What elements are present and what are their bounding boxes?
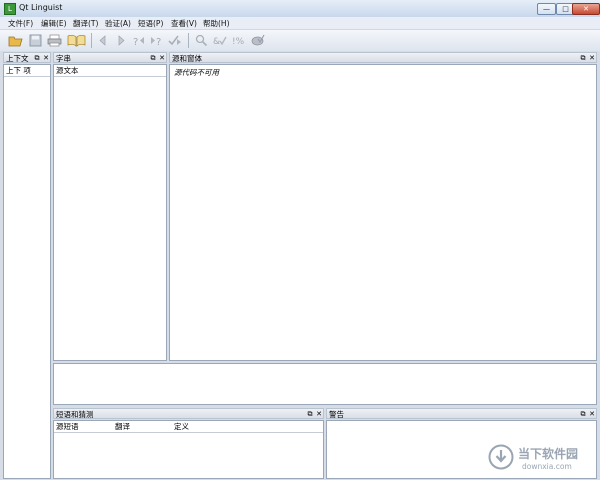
svg-text:?: ? (133, 37, 138, 48)
close-icon[interactable]: ✕ (588, 53, 596, 64)
strings-list[interactable]: 源文本 (53, 64, 167, 361)
prev-icon[interactable] (96, 33, 111, 48)
window-title: Qt Linguist (19, 3, 63, 12)
main-area: 上下文 ⧉ ✕ 上下 项 字串 ⧉ ✕ 源文本 源和窗体 ⧉ ✕ 源代码不可用 … (0, 51, 600, 480)
next-icon[interactable] (113, 33, 128, 48)
context-list[interactable]: 上下 项 (3, 64, 51, 479)
menu-view[interactable]: 查看(V) (171, 18, 197, 29)
translation-column[interactable]: 翻译 (115, 421, 130, 432)
menu-edit[interactable]: 编辑(E) (41, 18, 67, 29)
next-unfinished-icon[interactable]: ? (149, 33, 164, 48)
toolbar-separator (188, 33, 189, 48)
warnings-dock-title[interactable]: 警告 ⧉ ✕ (326, 408, 597, 419)
app-icon: L (4, 3, 16, 15)
toolbar-separator (91, 33, 92, 48)
sources-dock-label: 源和窗体 (172, 54, 202, 63)
float-icon[interactable]: ⧉ (579, 409, 587, 420)
float-icon[interactable]: ⧉ (306, 409, 314, 420)
source-text-column: 源文本 (56, 66, 79, 75)
close-icon[interactable]: ✕ (158, 53, 166, 64)
close-icon[interactable]: ✕ (588, 409, 596, 420)
minimize-button[interactable]: — (537, 3, 556, 15)
menu-phrases[interactable]: 短语(P) (138, 18, 163, 29)
toolbar: ? ? & !% (0, 30, 600, 52)
phrases-dock-label: 短语和猜测 (56, 410, 94, 419)
menu-help[interactable]: 帮助(H) (203, 18, 230, 29)
svg-text:&: & (213, 37, 220, 47)
phrases-dock-title[interactable]: 短语和猜测 ⧉ ✕ (53, 408, 324, 419)
menubar: 文件(F) 编辑(E) 翻译(T) 验证(A) 短语(P) 查看(V) 帮助(H… (0, 17, 600, 30)
strings-dock-title[interactable]: 字串 ⧉ ✕ (53, 52, 167, 63)
source-phrase-column[interactable]: 源短语 (56, 421, 79, 432)
phrase-check-icon[interactable] (250, 33, 265, 48)
float-icon[interactable]: ⧉ (579, 53, 587, 64)
watermark-url: downxia.com (522, 462, 572, 471)
punctuation-check-icon[interactable]: !% (231, 33, 246, 48)
float-icon[interactable]: ⧉ (149, 53, 157, 64)
watermark: 当下软件园 downxia.com (488, 442, 598, 478)
accelerator-check-icon[interactable]: & (212, 33, 227, 48)
open-icon[interactable] (8, 33, 23, 48)
menu-validation[interactable]: 验证(A) (105, 18, 131, 29)
context-dock-title[interactable]: 上下文 ⧉ ✕ (3, 52, 51, 63)
save-icon[interactable] (28, 33, 43, 48)
download-logo-icon (488, 444, 514, 470)
source-unavailable-message: 源代码不可用 (174, 68, 219, 77)
watermark-brand: 当下软件园 (518, 447, 579, 461)
sources-view: 源代码不可用 (169, 64, 597, 361)
phrases-header[interactable]: 源短语 翻译 定义 (54, 421, 323, 433)
close-window-button[interactable]: ✕ (572, 3, 600, 15)
prev-unfinished-icon[interactable]: ? (131, 33, 146, 48)
print-icon[interactable] (47, 33, 62, 48)
warnings-dock-label: 警告 (329, 410, 344, 419)
close-icon[interactable]: ✕ (42, 53, 50, 64)
done-next-icon[interactable] (167, 33, 182, 48)
context-header-label: 上下 项 (6, 66, 31, 75)
context-header[interactable]: 上下 项 (4, 65, 50, 77)
strings-dock-label: 字串 (56, 54, 71, 63)
context-dock-label: 上下文 (6, 54, 29, 63)
definition-column[interactable]: 定义 (174, 421, 189, 432)
menu-translation[interactable]: 翻译(T) (73, 18, 98, 29)
phrasebook-icon[interactable] (67, 33, 86, 48)
sources-dock-title[interactable]: 源和窗体 ⧉ ✕ (169, 52, 597, 63)
float-icon[interactable]: ⧉ (33, 53, 41, 64)
close-icon[interactable]: ✕ (315, 409, 323, 420)
strings-header[interactable]: 源文本 (54, 65, 166, 77)
phrases-list[interactable]: 源短语 翻译 定义 (53, 420, 324, 479)
window-titlebar[interactable]: L Qt Linguist — □ ✕ (0, 0, 600, 18)
menu-file[interactable]: 文件(F) (8, 18, 33, 29)
find-icon[interactable] (194, 33, 209, 48)
svg-text:?: ? (156, 37, 161, 48)
svg-text:!%: !% (232, 37, 245, 47)
translation-editor[interactable] (53, 363, 597, 405)
